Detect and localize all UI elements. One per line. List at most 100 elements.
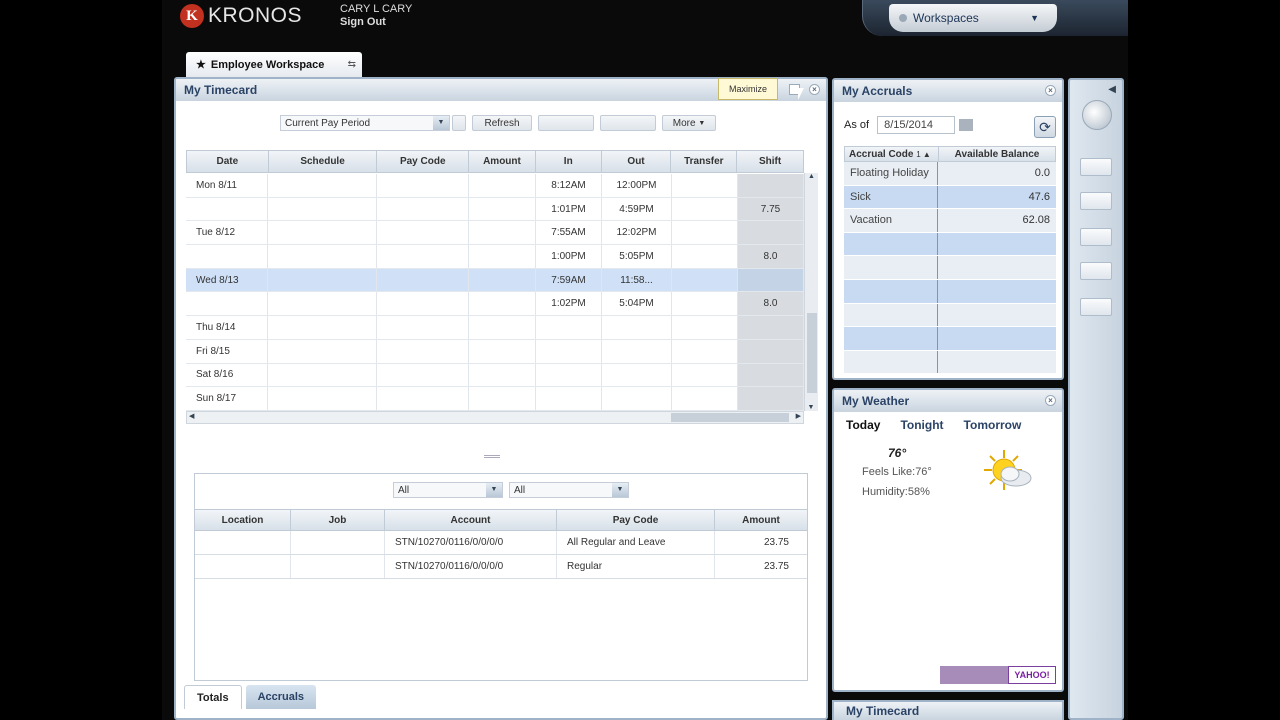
timecard-horizontal-scrollbar[interactable]: ◀ ▶	[186, 411, 804, 424]
cell-pay-code[interactable]	[377, 221, 469, 245]
toolbar-button-disabled-2[interactable]	[600, 115, 656, 131]
col-transfer[interactable]: Transfer	[671, 151, 738, 172]
collapse-arrow-icon[interactable]: ◀	[1108, 84, 1116, 95]
pin-icon[interactable]: ⇆	[348, 59, 356, 70]
filter-select-2[interactable]: All ▼	[509, 482, 629, 498]
cell-in[interactable]: 1:02PM	[536, 292, 602, 316]
tab-today[interactable]: Today	[846, 418, 880, 432]
table-row[interactable]: Mon 8/11 8:12AM 12:00PM	[186, 174, 804, 198]
table-row[interactable]: Sun 8/17	[186, 387, 804, 411]
cell-schedule[interactable]	[268, 197, 377, 221]
cell-shift[interactable]: 7.75	[738, 197, 804, 221]
cell-out[interactable]: 5:04PM	[602, 292, 672, 316]
table-row[interactable]: Wed 8/13 7:59AM 11:58...	[186, 268, 804, 293]
cell-date[interactable]	[186, 245, 268, 268]
cell-in[interactable]: 7:55AM	[536, 221, 602, 245]
cell-in[interactable]: 7:59AM	[536, 268, 602, 292]
col-job[interactable]: Job	[291, 510, 385, 530]
as-of-date-input[interactable]: 8/15/2014	[877, 116, 956, 134]
col-in[interactable]: In	[536, 151, 602, 172]
cell-date[interactable]: Fri 8/15	[186, 339, 268, 363]
sidebar-item-4[interactable]	[1080, 262, 1112, 280]
accrual-row[interactable]	[844, 256, 1056, 280]
mini-timecard-panel-title[interactable]: My Timecard	[832, 700, 1064, 720]
table-row[interactable]: STN/10270/0116/0/0/0/0 All Regular and Le…	[195, 531, 807, 555]
filter-select-1[interactable]: All ▼	[393, 482, 503, 498]
cell-in[interactable]	[536, 316, 602, 339]
cell-date[interactable]: Thu 8/14	[186, 316, 268, 339]
table-row[interactable]: 1:00PM 5:05PM 8.0	[186, 245, 804, 269]
yahoo-badge[interactable]: YAHOO!	[940, 666, 1056, 684]
calendar-icon[interactable]	[959, 119, 974, 131]
cell-transfer[interactable]	[672, 197, 738, 221]
cell-in[interactable]: 1:01PM	[536, 197, 602, 221]
more-button[interactable]: More ▼	[662, 115, 716, 131]
cell-schedule[interactable]	[268, 245, 377, 268]
cell-pay-code[interactable]	[377, 363, 469, 387]
close-icon[interactable]: ×	[1045, 395, 1056, 406]
cell-schedule[interactable]	[268, 387, 377, 410]
cell-shift[interactable]: 8.0	[738, 292, 804, 316]
close-icon[interactable]: ×	[809, 84, 820, 95]
cell-out[interactable]: 12:02PM	[602, 221, 672, 245]
table-row[interactable]: Sat 8/16	[186, 363, 804, 388]
close-icon[interactable]: ×	[1045, 85, 1056, 96]
col-schedule[interactable]: Schedule	[269, 151, 378, 172]
cell-amount[interactable]	[469, 245, 536, 268]
cell-pay-code[interactable]	[377, 339, 469, 363]
cell-in[interactable]	[536, 339, 602, 363]
toolbar-button-disabled-1[interactable]	[538, 115, 594, 131]
cell-shift[interactable]	[738, 174, 804, 197]
cell-amount[interactable]	[469, 339, 536, 363]
sidebar-item-1[interactable]	[1080, 158, 1112, 176]
scroll-thumb[interactable]	[807, 313, 817, 393]
cell-shift[interactable]	[738, 316, 804, 339]
cell-schedule[interactable]	[268, 174, 377, 197]
cell-date[interactable]	[186, 292, 268, 316]
col-amount[interactable]: Amount	[715, 510, 807, 530]
table-row[interactable]: Tue 8/12 7:55AM 12:02PM	[186, 221, 804, 246]
sign-out-link[interactable]: Sign Out	[340, 16, 412, 29]
table-row[interactable]: Fri 8/15	[186, 339, 804, 364]
cell-shift[interactable]	[738, 339, 804, 363]
timecard-vertical-scrollbar[interactable]: ▲ ▼	[804, 173, 818, 411]
accrual-row[interactable]: Floating Holiday 0.0	[844, 162, 1056, 186]
accrual-row[interactable]	[844, 232, 1056, 257]
cell-pay-code[interactable]	[377, 316, 469, 339]
cell-pay-code[interactable]	[377, 245, 469, 268]
cell-schedule[interactable]	[268, 339, 377, 363]
scroll-right-icon[interactable]: ▶	[796, 412, 801, 420]
refresh-icon[interactable]: ⟳	[1034, 116, 1056, 138]
cell-amount[interactable]	[469, 316, 536, 339]
cell-amount[interactable]	[469, 387, 536, 410]
cell-in[interactable]: 1:00PM	[536, 245, 602, 268]
cell-shift[interactable]	[738, 363, 804, 387]
sidebar-item-2[interactable]	[1080, 192, 1112, 210]
col-date[interactable]: Date	[187, 151, 269, 172]
col-pay-code[interactable]: Pay Code	[557, 510, 715, 530]
accrual-row[interactable]: Sick 47.6	[844, 185, 1056, 210]
cell-date[interactable]: Mon 8/11	[186, 174, 268, 197]
cell-in[interactable]	[536, 363, 602, 387]
col-pay-code[interactable]: Pay Code	[377, 151, 470, 172]
cell-date[interactable]: Sun 8/17	[186, 387, 268, 410]
cell-pay-code[interactable]	[377, 197, 469, 221]
cell-shift[interactable]: 8.0	[738, 245, 804, 268]
cell-pay-code[interactable]	[377, 268, 469, 292]
cell-out[interactable]: 4:59PM	[602, 197, 672, 221]
splitter-handle[interactable]	[484, 455, 500, 458]
sidebar-item-5[interactable]	[1080, 298, 1112, 316]
cell-date[interactable]: Sat 8/16	[186, 363, 268, 387]
cell-amount[interactable]	[469, 221, 536, 245]
cell-amount[interactable]	[469, 174, 536, 197]
table-row[interactable]: STN/10270/0116/0/0/0/0 Regular 23.75	[195, 555, 807, 579]
workspaces-button[interactable]: Workspaces ▼	[889, 4, 1057, 32]
col-account[interactable]: Account	[385, 510, 557, 530]
cell-transfer[interactable]	[672, 174, 738, 197]
cell-transfer[interactable]	[672, 268, 738, 292]
sidebar-item-3[interactable]	[1080, 228, 1112, 246]
scroll-thumb[interactable]	[671, 413, 789, 422]
cell-transfer[interactable]	[672, 245, 738, 268]
cell-pay-code[interactable]	[377, 174, 469, 197]
cell-transfer[interactable]	[672, 316, 738, 339]
